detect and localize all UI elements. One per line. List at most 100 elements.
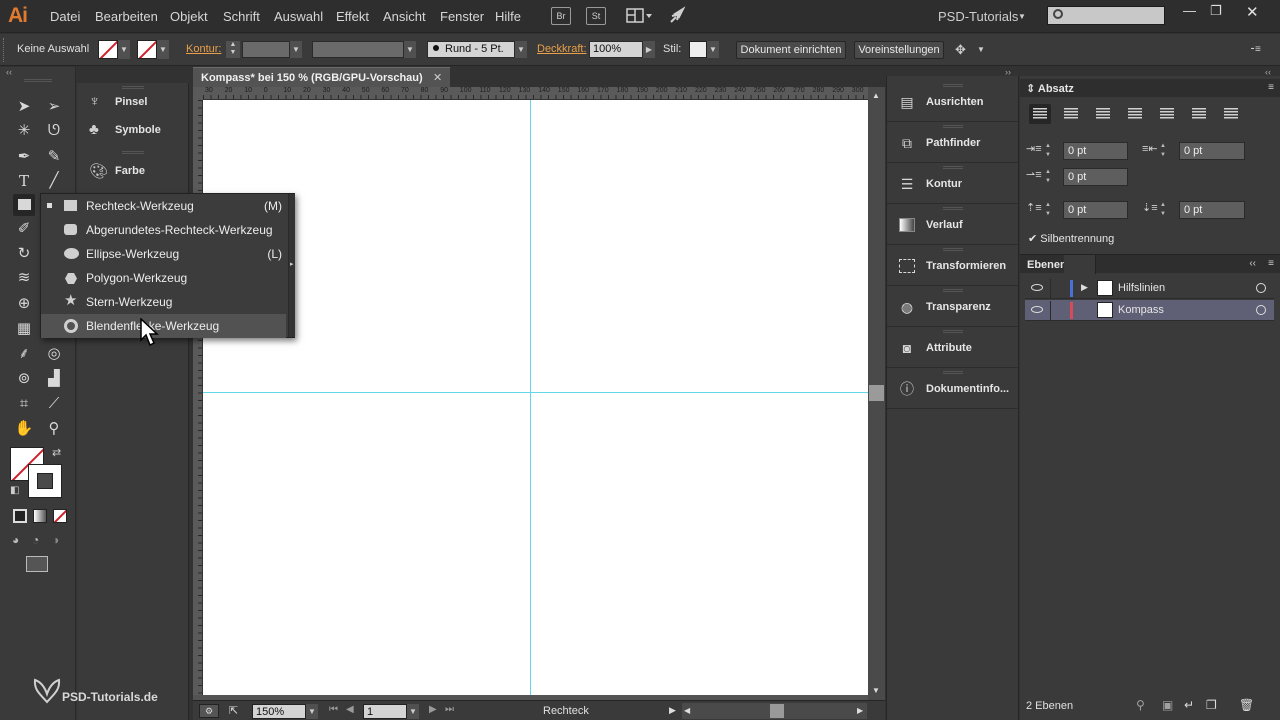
collapse-icon[interactable]: ‹‹ xyxy=(6,67,12,77)
new-layer-icon[interactable]: ❐ xyxy=(1206,698,1220,712)
panel-kontur[interactable]: ☰ Kontur xyxy=(887,163,1020,204)
blend-tool-icon[interactable]: ◎ xyxy=(43,343,65,365)
align-left-button[interactable] xyxy=(1029,104,1051,124)
panel-ausrichten[interactable]: ▤ Ausrichten xyxy=(887,81,1020,122)
scroll-up-icon[interactable]: ▲ xyxy=(872,91,880,100)
pen-tool-icon[interactable]: ✒ xyxy=(13,146,35,168)
maximize-icon[interactable]: ❐ xyxy=(1210,3,1222,19)
panel-menu-icon[interactable]: ≡ xyxy=(1268,258,1274,269)
none-mode-icon[interactable] xyxy=(53,509,67,523)
menu-schrift[interactable]: Schrift xyxy=(223,9,260,24)
chevron-right-icon[interactable]: ▶ xyxy=(669,705,676,716)
vertical-ruler[interactable] xyxy=(193,100,203,695)
horizontal-ruler[interactable]: 30 20 10 0 10 20 30 40 50 60 70 80 90 100 110 120 130 140… xyxy=(203,87,868,100)
menu-datei[interactable]: Datei xyxy=(50,9,80,24)
left-indent-field[interactable]: 0 pt xyxy=(1063,142,1128,160)
menu-objekt[interactable]: Objekt xyxy=(170,9,208,24)
flyout-item-polygon[interactable]: Polygon-Werkzeug xyxy=(41,266,286,290)
zoom-tool-icon[interactable]: ⚲ xyxy=(43,418,65,440)
layer-name[interactable]: Kompass xyxy=(1118,304,1164,316)
shape-builder-icon[interactable]: ⊕ xyxy=(13,293,35,315)
panel-pathfinder[interactable]: ⧉ Pathfinder xyxy=(887,122,1020,163)
layer-name[interactable]: Hilfslinien xyxy=(1118,282,1165,294)
preferences-button[interactable]: Voreinstellungen xyxy=(854,41,944,59)
width-tool-icon[interactable]: ≋ xyxy=(13,267,35,289)
flyout-item-flare[interactable]: Blendenflecke-Werkzeug xyxy=(41,314,286,338)
artboard[interactable] xyxy=(203,100,868,695)
gpu-icon[interactable]: ⚙ xyxy=(199,704,219,718)
trash-icon[interactable]: 🗑︎ xyxy=(1239,698,1254,712)
line-tool-icon[interactable]: ╱ xyxy=(43,170,65,192)
hand-tool-icon[interactable]: ✋ xyxy=(13,418,35,440)
target-circle-icon[interactable] xyxy=(1256,305,1266,315)
menu-hilfe[interactable]: Hilfe xyxy=(495,9,521,24)
chevron-down-icon[interactable]: ▼ xyxy=(977,45,985,54)
screen-mode-icon[interactable] xyxy=(26,556,48,572)
opacity-label[interactable]: Deckkraft: xyxy=(537,43,587,55)
default-colors-icon[interactable]: ◧ xyxy=(10,485,19,496)
slice-tool-icon[interactable]: ⟋ xyxy=(43,393,65,415)
stroke-swatch[interactable] xyxy=(137,40,157,59)
first-line-indent-stepper[interactable]: ▲ ▼ xyxy=(1045,168,1055,186)
artboard-tool-icon[interactable]: ⌗ xyxy=(13,393,35,415)
eye-icon[interactable] xyxy=(1031,306,1043,313)
panel-dokumentinfo[interactable]: ⓘ Dokumentinfo... xyxy=(887,368,1020,409)
clipping-mask-icon[interactable]: ▣ xyxy=(1162,698,1176,712)
vertical-guide[interactable] xyxy=(530,100,531,695)
space-before-stepper[interactable]: ▲ ▼ xyxy=(1045,201,1055,219)
scrollbar-thumb[interactable] xyxy=(770,704,784,718)
search-input[interactable] xyxy=(1047,6,1165,25)
expand-arrow-icon[interactable]: ▶ xyxy=(1081,282,1088,293)
chevron-down-icon[interactable]: ▼ xyxy=(306,704,318,719)
scroll-down-icon[interactable]: ▼ xyxy=(872,686,880,695)
stroke-color-swatch[interactable] xyxy=(28,464,62,498)
paragraph-panel-header[interactable]: ⇕ Absatz ≡ xyxy=(1020,79,1280,97)
next-artboard-icon[interactable]: ▶ xyxy=(429,704,437,715)
scroll-right-icon[interactable]: ▶ xyxy=(857,706,863,715)
rocket-icon[interactable] xyxy=(667,6,687,26)
collapse-icon[interactable]: ‹‹ xyxy=(1249,258,1256,269)
rectangle-tool-icon[interactable] xyxy=(13,194,35,216)
style-swatch[interactable] xyxy=(689,41,707,58)
menu-effekt[interactable]: Effekt xyxy=(336,9,369,24)
first-artboard-icon[interactable]: ⏮ xyxy=(329,704,338,715)
draw-behind-icon[interactable]: ◔ xyxy=(32,533,39,547)
stock-button[interactable]: St xyxy=(586,7,606,25)
chevron-down-icon[interactable]: ▼ xyxy=(1018,12,1026,21)
gradient-mode-icon[interactable] xyxy=(33,509,47,523)
close-icon[interactable]: ✕ xyxy=(1246,3,1259,21)
previous-artboard-icon[interactable]: ◀ xyxy=(346,704,354,715)
chevron-down-icon[interactable]: ▼ xyxy=(157,40,169,59)
horizontal-scrollbar[interactable]: ◀ ▶ xyxy=(682,703,867,719)
menu-bearbeiten[interactable]: Bearbeiten xyxy=(95,9,158,24)
align-right-button[interactable] xyxy=(1092,104,1114,124)
justify-center-button[interactable] xyxy=(1156,104,1178,124)
flyout-item-ellipse[interactable]: Ellipse-Werkzeug (L) xyxy=(41,242,286,266)
layers-panel-header[interactable]: Ebenen ‹‹ ≡ xyxy=(1020,254,1280,274)
right-indent-field[interactable]: 0 pt xyxy=(1179,142,1245,160)
zoom-field[interactable]: 150% xyxy=(252,704,306,719)
chevron-down-icon[interactable]: ▼ xyxy=(515,41,527,58)
stroke-label[interactable]: Kontur: xyxy=(186,43,221,55)
scroll-left-icon[interactable]: ◀ xyxy=(684,706,690,715)
direct-selection-tool-icon[interactable]: ➢ xyxy=(43,96,65,118)
fill-swatch[interactable] xyxy=(98,40,118,59)
panel-attribute[interactable]: ◙ Attribute xyxy=(887,327,1020,368)
chevron-down-icon[interactable]: ▼ xyxy=(707,41,719,58)
chevron-down-icon[interactable]: ▼ xyxy=(404,41,416,58)
color-mode-icon[interactable] xyxy=(13,509,27,523)
arrange-documents-button[interactable] xyxy=(626,7,654,25)
swap-colors-icon[interactable]: ⇄ xyxy=(52,446,61,459)
draw-normal-icon[interactable]: ◕ xyxy=(12,533,19,547)
panel-menu-icon[interactable]: ≡ xyxy=(1268,82,1274,93)
variable-width-field[interactable] xyxy=(312,41,404,58)
draw-inside-icon[interactable]: ◑ xyxy=(52,533,59,547)
magic-wand-icon[interactable]: ✳ xyxy=(13,120,35,142)
opacity-field[interactable]: 100% xyxy=(589,41,643,58)
ruler-origin[interactable] xyxy=(193,87,203,100)
paintbrush-icon[interactable]: ✐ xyxy=(13,218,35,240)
artboard-field[interactable]: 1 xyxy=(363,704,407,719)
symbol-sprayer-icon[interactable]: ⊚ xyxy=(13,368,35,390)
justify-right-button[interactable] xyxy=(1188,104,1210,124)
space-after-field[interactable]: 0 pt xyxy=(1179,201,1245,219)
